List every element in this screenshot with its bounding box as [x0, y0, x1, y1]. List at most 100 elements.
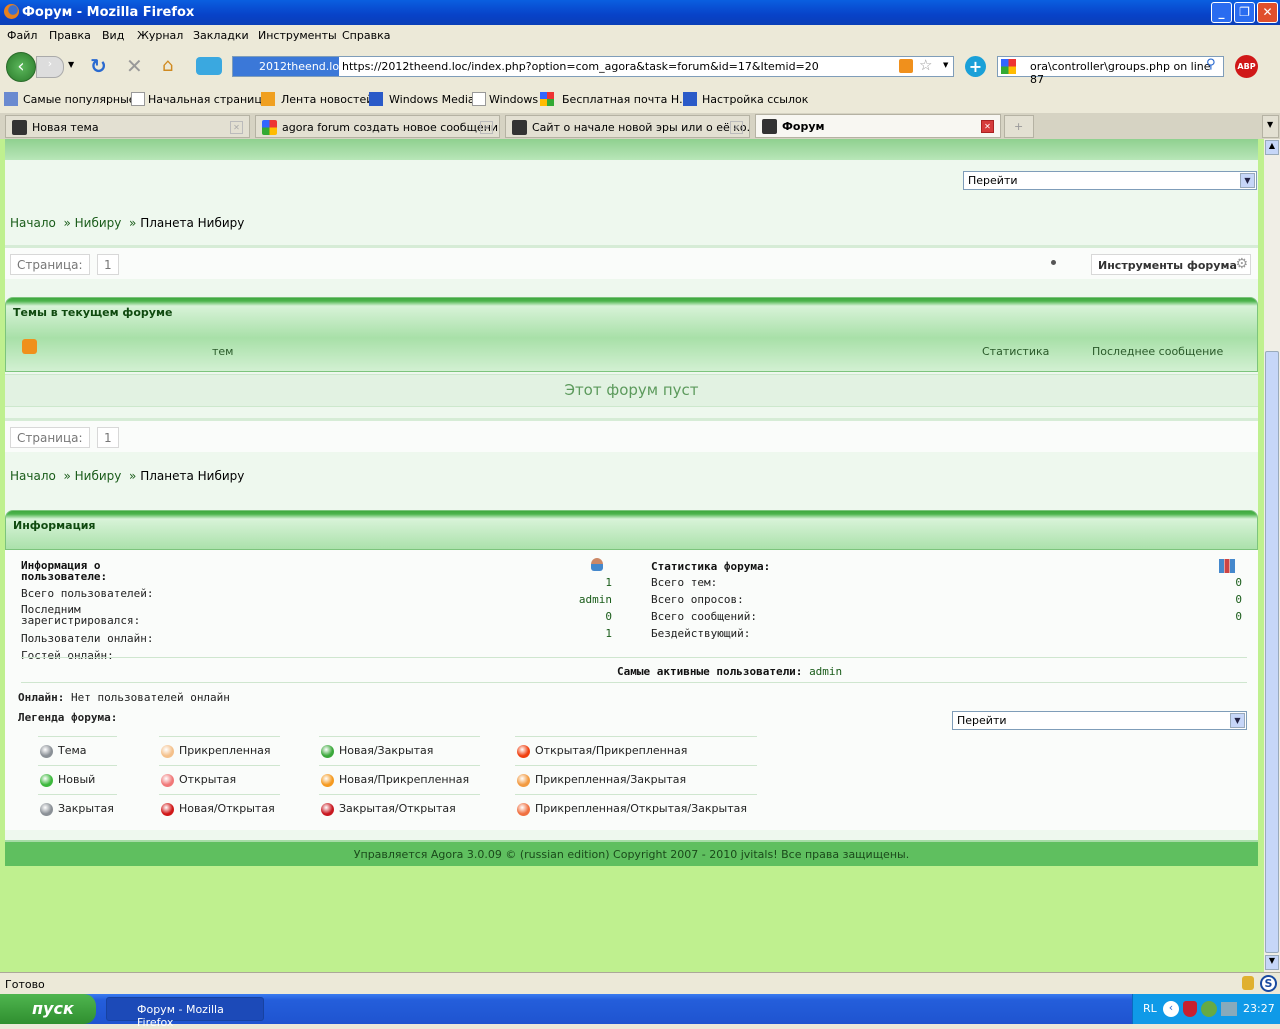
breadcrumb-parent-link[interactable]: Нибиру	[75, 216, 122, 230]
footer: Управляется Agora 3.0.09 © (russian edit…	[5, 840, 1258, 866]
user-info-heading: Информация о пользователе:	[21, 559, 108, 583]
taskbar-firefox[interactable]: Форум - Mozilla Firefox	[106, 997, 264, 1029]
legend-status-icon	[161, 774, 174, 787]
breadcrumb-separator: »	[129, 216, 137, 230]
user-icon	[591, 558, 603, 571]
bookmark-windows-media[interactable]: Windows Media	[389, 93, 475, 106]
column-topics: тем	[212, 345, 234, 358]
joomla-icon	[512, 120, 527, 135]
legend-status-icon	[161, 803, 174, 816]
start-button[interactable]: пуск	[0, 994, 96, 1024]
menu-file[interactable]: Файл	[7, 29, 37, 42]
legend-status-icon	[40, 774, 53, 787]
pagination-label: Страница:	[10, 427, 90, 448]
bug-icon[interactable]	[1201, 1001, 1217, 1017]
bookmark-news-feed[interactable]: Лента новостей	[281, 93, 373, 106]
breadcrumb-home-link[interactable]: Начало	[10, 216, 56, 230]
page-link-1[interactable]: 1	[97, 254, 119, 275]
add-icon[interactable]: +	[965, 56, 986, 77]
online-line: Онлайн: Нет пользователей онлайн	[18, 691, 230, 704]
legend-label: Закрытая/Открытая	[339, 802, 456, 815]
minimize-button[interactable]: _	[1211, 2, 1232, 23]
topics-panel-title: Темы в текущем форуме	[13, 306, 173, 319]
tab-site[interactable]: Сайт о начале новой эры или о её ко... ✕	[505, 115, 750, 138]
page-link-1[interactable]: 1	[97, 427, 119, 448]
rss-icon[interactable]	[899, 59, 913, 73]
tab-forum[interactable]: Форум ✕	[755, 114, 1001, 138]
jump-select-value: Перейти	[957, 714, 1007, 727]
menu-tools[interactable]: Инструменты	[258, 29, 337, 42]
tab-new-topic[interactable]: Новая тема ✕	[5, 115, 250, 138]
stop-icon[interactable]: ✕	[126, 54, 143, 78]
legend-label: Новый	[58, 773, 96, 786]
history-dropdown-icon[interactable]: ▼	[68, 60, 74, 69]
legend-label: Легенда форума:	[18, 711, 118, 724]
rss-icon[interactable]	[22, 339, 37, 354]
bookmark-star-icon[interactable]: ☆	[919, 56, 932, 74]
bookmark-free-mail[interactable]: Бесплатная почта Н...	[562, 93, 690, 106]
last-registered-link[interactable]: admin	[579, 593, 612, 606]
legend-divider	[38, 794, 117, 795]
scrollbar-thumb[interactable]	[1265, 351, 1279, 953]
adblock-icon[interactable]: ABP	[1235, 55, 1258, 78]
legend-label: Прикрепленная/Открытая/Закрытая	[535, 802, 747, 815]
tab-google-search[interactable]: agora forum создать новое сообщени... ✕	[255, 115, 500, 138]
breadcrumb-home-link[interactable]: Начало	[10, 469, 56, 483]
url-dropdown-icon[interactable]: ▼	[943, 61, 948, 69]
breadcrumb-separator: »	[63, 469, 71, 483]
site-identity[interactable]: 2012theend.loc	[233, 57, 345, 76]
tab-list-button[interactable]: ▼	[1262, 115, 1279, 138]
legend-divider	[515, 765, 757, 766]
bookmark-link-settings[interactable]: Настройка ссылок	[702, 93, 808, 106]
legend-label: Открытая	[179, 773, 237, 786]
forum-tools-button[interactable]: Инструменты форума ⚙	[1091, 254, 1251, 275]
jump-select[interactable]: Перейти ▼	[963, 171, 1257, 190]
forward-button[interactable]: ›	[36, 56, 64, 78]
breadcrumb-current: Планета Нибиру	[140, 469, 245, 483]
language-indicator[interactable]: RL	[1143, 1002, 1157, 1015]
url-text[interactable]: https://2012theend.loc/index.php?option=…	[342, 60, 819, 73]
search-input[interactable]: ora\controller\groups.php on line 87	[1030, 60, 1223, 86]
jump-select-bottom[interactable]: Перейти ▼	[952, 711, 1247, 730]
url-bar[interactable]: 2012theend.loc https://2012theend.loc/in…	[232, 56, 954, 77]
bookmark-windows[interactable]: Windows	[489, 93, 538, 106]
window-title: Форум - Mozilla Firefox	[22, 5, 195, 20]
close-button[interactable]: ✕	[1257, 2, 1278, 23]
menu-bookmarks[interactable]: Закладки	[193, 29, 249, 42]
topics-panel-header: Темы в текущем форуме тем Статистика Пос…	[5, 297, 1258, 372]
home-icon[interactable]: ⌂	[162, 55, 173, 76]
windows-logo-icon	[540, 92, 554, 106]
back-button[interactable]: ‹	[6, 52, 36, 82]
network-icon[interactable]	[1221, 1002, 1237, 1016]
close-tab-icon[interactable]: ✕	[480, 121, 493, 134]
maximize-button[interactable]: ❐	[1234, 2, 1255, 23]
search-icon[interactable]: ⚲	[1206, 57, 1216, 72]
menu-history[interactable]: Журнал	[137, 29, 183, 42]
scroll-down-icon[interactable]: ▼	[1265, 955, 1279, 970]
search-bar[interactable]: ora\controller\groups.php on line 87 ⚲	[997, 56, 1224, 86]
close-tab-icon[interactable]: ✕	[981, 120, 994, 133]
antivirus-icon[interactable]	[1183, 1001, 1197, 1017]
lock-icon[interactable]	[1242, 976, 1254, 990]
new-tab-button[interactable]: +	[1004, 115, 1034, 138]
breadcrumb-parent-link[interactable]: Нибиру	[75, 469, 122, 483]
close-tab-icon[interactable]: ✕	[730, 121, 743, 134]
info-panel-title: Информация	[13, 519, 96, 532]
menu-help[interactable]: Справка	[342, 29, 390, 42]
close-tab-icon[interactable]: ✕	[230, 121, 243, 134]
tab-groups-icon[interactable]	[196, 57, 222, 75]
legend-label: Новая/Открытая	[179, 802, 275, 815]
bookmark-most-visited[interactable]: Самые популярные	[23, 93, 136, 106]
tab-label: Сайт о начале новой эры или о её ко...	[532, 121, 750, 134]
scroll-up-icon[interactable]: ▲	[1265, 140, 1279, 155]
menu-edit[interactable]: Правка	[49, 29, 91, 42]
skype-icon[interactable]: S	[1260, 975, 1277, 992]
most-active-user-link[interactable]: admin	[809, 665, 842, 678]
google-icon[interactable]	[1001, 59, 1016, 74]
menu-view[interactable]: Вид	[102, 29, 124, 42]
vertical-scrollbar[interactable]: ▲ ▼	[1264, 139, 1280, 972]
breadcrumb-separator: »	[63, 216, 71, 230]
bookmark-start-page[interactable]: Начальная страница	[148, 93, 269, 106]
reload-icon[interactable]: ↻	[90, 54, 107, 78]
tray-expand-icon[interactable]: ‹	[1163, 1001, 1179, 1017]
